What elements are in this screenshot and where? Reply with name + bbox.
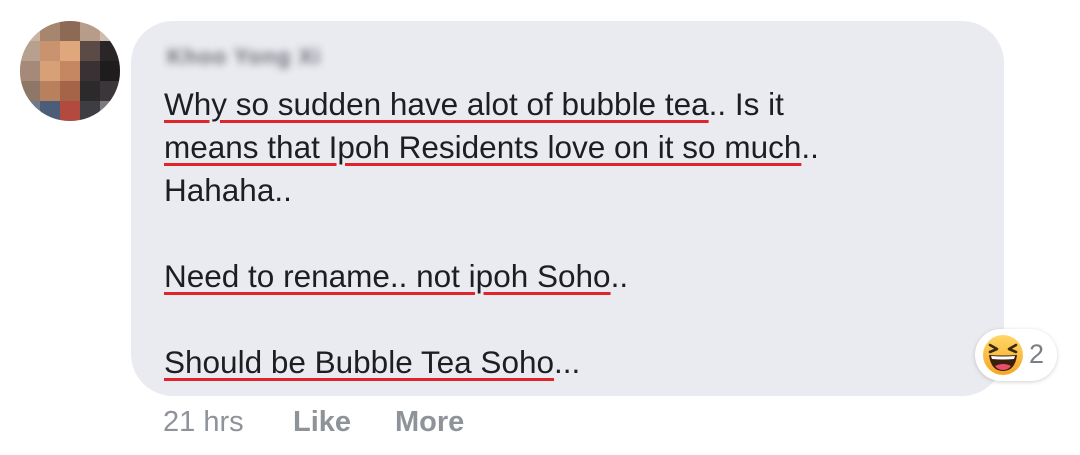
misspelled-text: means that Ipoh Residents love on it so …: [164, 129, 802, 165]
plain-text: ...: [554, 344, 581, 380]
plain-text: .. Is it: [708, 86, 784, 122]
laughing-emoji-icon: [983, 335, 1023, 375]
reaction-summary[interactable]: 2: [975, 329, 1057, 381]
comment-line: Why so sudden have alot of bubble tea.. …: [164, 83, 984, 126]
comment-author[interactable]: Khoo Yong Xi: [163, 40, 353, 70]
plain-text: ..: [801, 129, 819, 165]
pixelated-avatar-image: [20, 21, 120, 121]
comment-body: Why so sudden have alot of bubble tea.. …: [164, 83, 984, 384]
like-button[interactable]: Like: [293, 406, 351, 439]
avatar[interactable]: [20, 21, 120, 121]
comment-line: means that Ipoh Residents love on it so …: [164, 126, 984, 169]
misspelled-text: Should be Bubble Tea Soho: [164, 344, 554, 380]
comment-line: Need to rename.. not ipoh Soho..: [164, 255, 984, 298]
reaction-count: 2: [1029, 339, 1045, 369]
comment-line: Should be Bubble Tea Soho...: [164, 341, 984, 384]
misspelled-text: Need to rename.. not ipoh Soho: [164, 258, 611, 294]
plain-text: Hahaha..: [164, 172, 292, 208]
comment-line: Hahaha..: [164, 169, 984, 212]
author-name-blurred: Khoo Yong Xi: [167, 44, 322, 69]
misspelled-text: Why so sudden have alot of bubble tea: [164, 86, 709, 122]
more-button[interactable]: More: [395, 406, 464, 439]
plain-text: ..: [610, 258, 629, 294]
comment-timestamp[interactable]: 21 hrs: [163, 406, 244, 439]
